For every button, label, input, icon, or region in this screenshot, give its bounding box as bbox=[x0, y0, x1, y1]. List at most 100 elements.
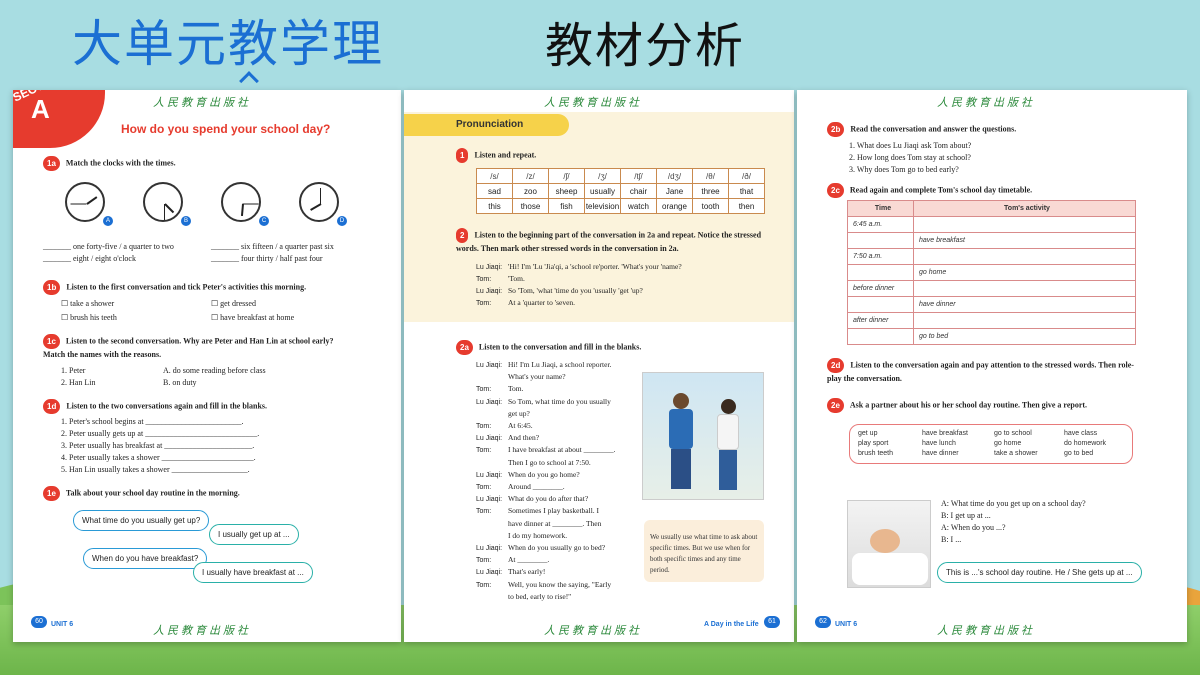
line-text: What's your name? bbox=[508, 372, 566, 382]
table-cell: chair bbox=[620, 183, 657, 199]
blank-item: 4. Peter usually takes a shower ________… bbox=[61, 453, 256, 462]
timetable: Time Tom's activity 6:45 a.m. have break… bbox=[847, 200, 1136, 345]
speaker: Tom: bbox=[476, 447, 492, 455]
table-row: 7:50 a.m. bbox=[847, 248, 1136, 265]
question-item: 2. How long does Tom stay at school? bbox=[849, 153, 971, 162]
phrase: do homework bbox=[1064, 440, 1107, 447]
dialog-line: to bed, early to rise!" bbox=[476, 592, 571, 602]
instruction-2d: 2d Listen to the conversation again and p… bbox=[827, 358, 1147, 384]
instruction-text: Listen to the first conversation and tic… bbox=[66, 282, 307, 292]
line-text: That's early! bbox=[508, 567, 546, 577]
instruction-text: Listen to the conversation again and pay… bbox=[827, 360, 1134, 383]
speech-bubble: What time do you usually get up? bbox=[73, 510, 210, 531]
hour-hand bbox=[86, 196, 98, 205]
publisher-logo: 人民教育出版社 bbox=[544, 624, 642, 637]
exercise-number: 2b bbox=[827, 122, 845, 137]
table-cell bbox=[913, 248, 1136, 265]
table-cell bbox=[913, 312, 1136, 329]
exercise-number: 1a bbox=[43, 156, 60, 171]
activity-label: get dressed bbox=[220, 299, 256, 308]
table-cell: 6:45 a.m. bbox=[847, 216, 914, 233]
time-option: _______ eight / eight o'clock bbox=[43, 254, 136, 263]
speaker: Lu Jiaqi: bbox=[476, 362, 503, 369]
dialog-line: Tom: Well, you know the saying, "Early bbox=[476, 580, 611, 591]
instruction-2e: 2e Ask a partner about his or her school … bbox=[827, 398, 1087, 413]
minute-hand bbox=[70, 203, 87, 205]
speaker: Tom: bbox=[476, 581, 492, 589]
girl-legs bbox=[719, 450, 737, 490]
instruction-p1: 1 Listen and repeat. bbox=[456, 148, 536, 163]
footer-unit: UNIT 6 bbox=[835, 621, 858, 628]
publisher-logo: 人民教育出版社 bbox=[937, 624, 1035, 637]
phrase: brush teeth bbox=[858, 450, 894, 457]
table-cell: sad bbox=[476, 183, 513, 199]
table-cell: /dʒ/ bbox=[656, 168, 693, 184]
phrase: have breakfast bbox=[922, 430, 968, 437]
line-text: I do my homework. bbox=[508, 530, 568, 540]
activity-label: brush his teeth bbox=[70, 313, 117, 322]
speaker: Lu Jiaqi: bbox=[476, 435, 503, 443]
dialog-line: have dinner at ________. Then bbox=[476, 519, 601, 529]
dialog-line: Then I go to school at 7:50. bbox=[476, 458, 591, 468]
phrase: take a shower bbox=[994, 450, 1038, 457]
dialog-line: Lu Jiaqi: Hi! I'm Lu Jiaqi, a school repo… bbox=[476, 360, 611, 371]
dialog-line: B: I ... bbox=[941, 535, 962, 544]
instruction-text: Read the conversation and answer the que… bbox=[850, 124, 1017, 134]
table-cell: before dinner bbox=[847, 280, 914, 297]
boy-face bbox=[870, 529, 900, 553]
dialog-line: Lu Jiaqi: When do you usually go to bed? bbox=[476, 543, 605, 554]
speaker: Lu Jiaqi: bbox=[476, 569, 503, 577]
exercise-number: 1b bbox=[43, 280, 61, 295]
instruction-2c: 2c Read again and complete Tom's school d… bbox=[827, 183, 1032, 198]
line-text: get up? bbox=[508, 408, 530, 418]
dialog-line: Lu Jiaqi: What do you do after that? bbox=[476, 494, 588, 505]
speaker: Lu Jiaqi: bbox=[476, 471, 503, 479]
clock-label: A bbox=[103, 216, 113, 226]
instruction-text: Read again and complete Tom's school day… bbox=[849, 185, 1033, 195]
table-row: have breakfast bbox=[847, 232, 1136, 249]
dialog-line: get up? bbox=[476, 409, 530, 419]
dialog-line: Tom: At ________. bbox=[476, 555, 549, 566]
hour-hand bbox=[240, 203, 244, 217]
speech-bubble: I usually have breakfast at ... bbox=[193, 562, 313, 583]
phrase: get up bbox=[858, 430, 878, 437]
line-text: have dinner at ________. Then bbox=[508, 518, 602, 528]
line-text: And then? bbox=[508, 433, 540, 443]
reason-item: B. on duty bbox=[163, 378, 197, 387]
line-text: When do you go home? bbox=[508, 469, 580, 479]
line-text: to bed, early to rise!" bbox=[508, 591, 572, 601]
minute-hand bbox=[320, 188, 321, 204]
activity-label: take a shower bbox=[70, 299, 115, 308]
table-cell: /θ/ bbox=[692, 168, 729, 184]
phrase: go home bbox=[994, 440, 1022, 447]
exercise-number: 2e bbox=[827, 398, 844, 413]
table-cell: zoo bbox=[512, 183, 549, 199]
table-cell: this bbox=[476, 198, 513, 214]
blank-item: 3. Peter usually has breakfast at ______… bbox=[61, 441, 255, 450]
time-option: _______ six fifteen / a quarter past six bbox=[211, 242, 334, 251]
section-letter: A bbox=[31, 94, 50, 124]
exercise-number: 1d bbox=[43, 399, 61, 414]
students-illustration bbox=[642, 372, 764, 500]
dialog-line: Lu Jiaqi: And then? bbox=[476, 433, 539, 444]
table-row: after dinner bbox=[847, 312, 1136, 329]
table-cell: go home bbox=[913, 264, 1136, 281]
table-row: have dinner bbox=[847, 296, 1136, 313]
stress-line: Lu Jiaqi: So 'Tom, 'what 'time do you 'us… bbox=[476, 286, 643, 297]
line-text: What do you do after that? bbox=[508, 494, 589, 504]
speaker: Lu Jiaqi: bbox=[476, 545, 503, 552]
activity-item: ☐ get dressed bbox=[211, 299, 256, 308]
line-text: At ________. bbox=[508, 555, 550, 565]
header-title-left: 大单元教学理 bbox=[72, 15, 384, 73]
activity-item: ☐ take a shower bbox=[61, 299, 115, 308]
textbook-page-60: 人民教育出版社 SECTION A How do you spend your … bbox=[13, 90, 401, 642]
table-cell: /ʒ/ bbox=[584, 168, 621, 184]
section-badge: SECTION A bbox=[13, 90, 105, 148]
boy-body bbox=[669, 409, 693, 449]
usage-note: We usually use what time to ask about sp… bbox=[644, 520, 764, 582]
name-item: 2. Han Lin bbox=[61, 378, 96, 387]
clock-b bbox=[143, 182, 183, 222]
instruction-text: Listen and repeat. bbox=[474, 150, 537, 160]
line-text: 'Hi! I'm 'Lu 'Jia'qi, a 'school re'porte… bbox=[508, 262, 682, 271]
dialog-line: Tom: I have breakfast at about ________. bbox=[476, 445, 615, 456]
